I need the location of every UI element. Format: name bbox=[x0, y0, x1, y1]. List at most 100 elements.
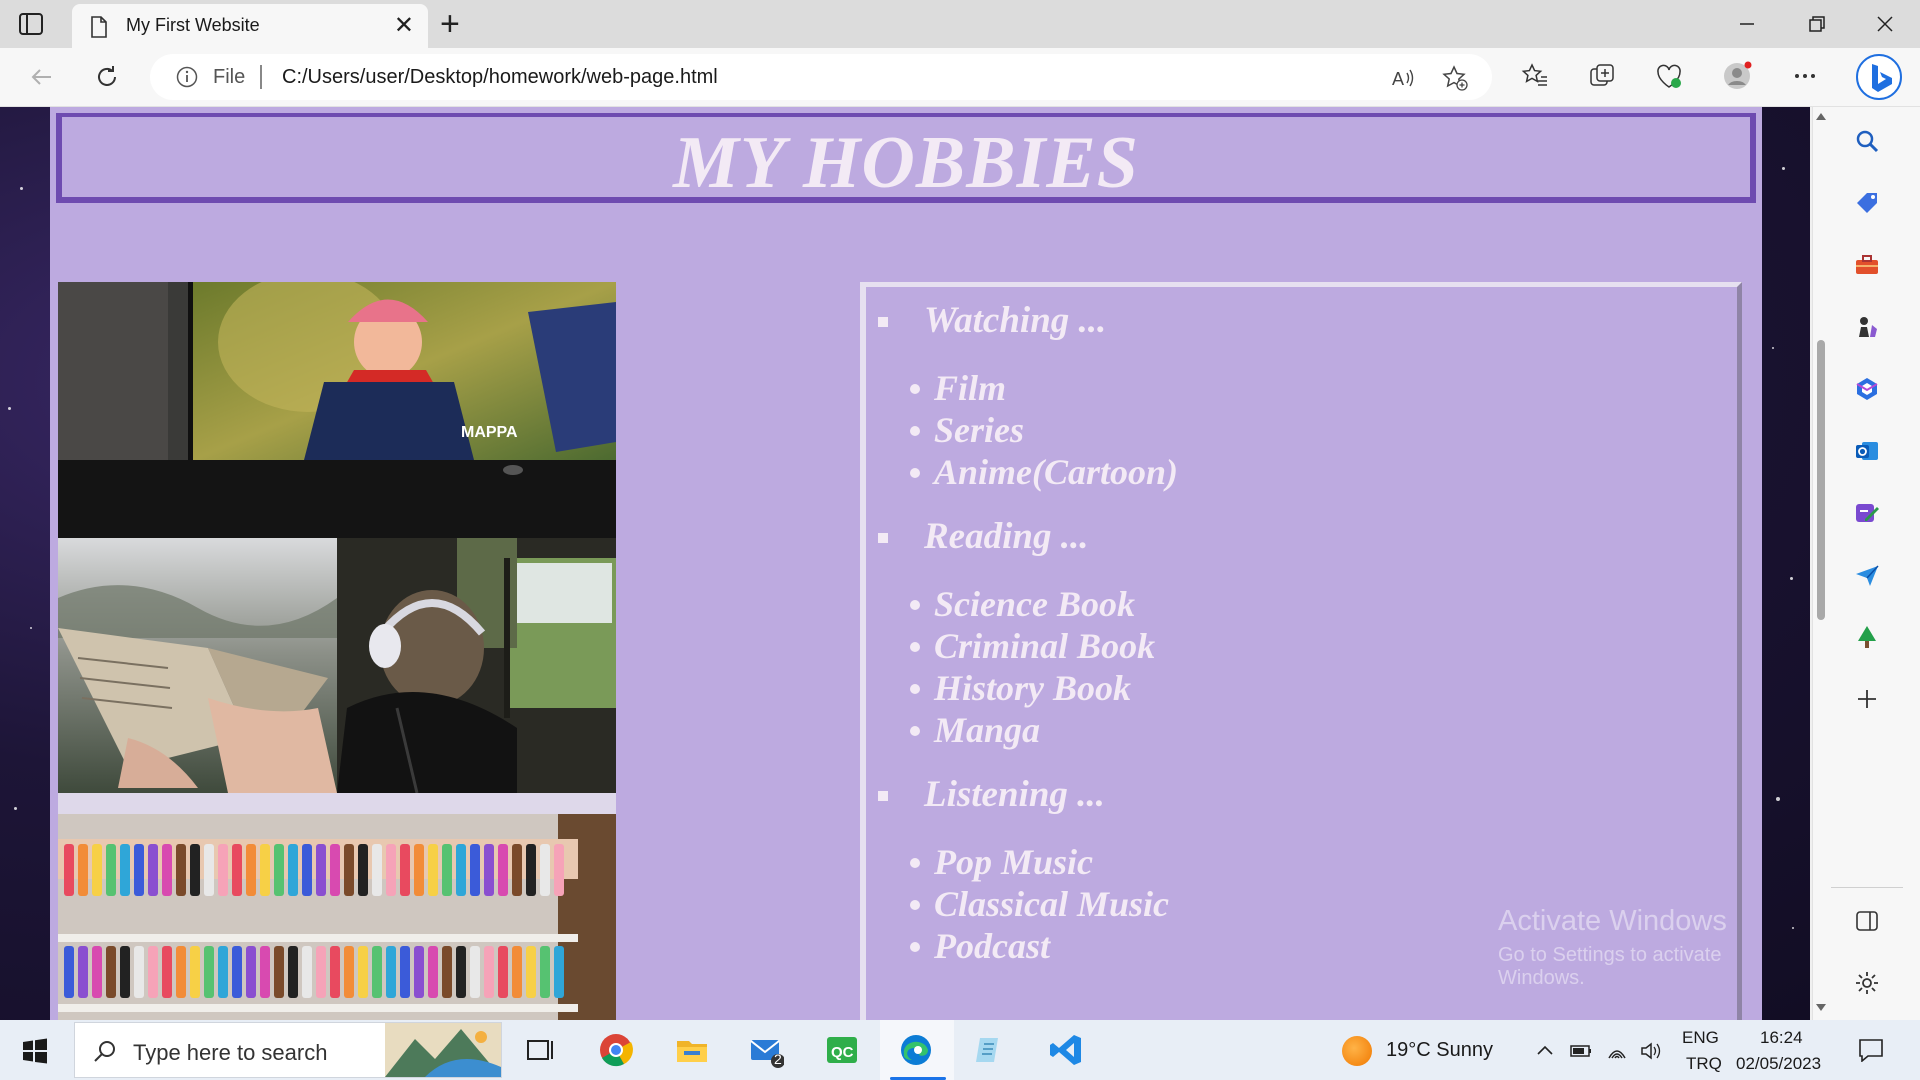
browser-tab-bar: My First Website ✕ + bbox=[0, 0, 1920, 48]
vscode-icon[interactable] bbox=[1048, 1032, 1084, 1068]
square-bullet-icon bbox=[878, 533, 888, 543]
language-top[interactable]: ENG bbox=[1682, 1028, 1719, 1048]
hobby-heading: Watching ... bbox=[866, 295, 1737, 349]
sub-item-label: History Book bbox=[934, 668, 1132, 708]
scheme-label: File bbox=[213, 66, 246, 88]
address-bar[interactable]: File C:/Users/user/Desktop/homework/web-… bbox=[150, 54, 1492, 100]
windows-start-icon[interactable] bbox=[22, 1038, 48, 1064]
designer-icon[interactable] bbox=[1853, 499, 1881, 527]
more-options-icon[interactable] bbox=[1790, 61, 1820, 91]
scroll-up-icon[interactable] bbox=[1814, 110, 1828, 122]
volume-icon[interactable] bbox=[1640, 1040, 1662, 1062]
network-icon[interactable] bbox=[1606, 1040, 1628, 1062]
notifications-icon[interactable] bbox=[1858, 1038, 1884, 1062]
sub-item-label: Criminal Book bbox=[934, 626, 1156, 666]
battery-icon[interactable] bbox=[1570, 1040, 1592, 1062]
favorites-icon[interactable] bbox=[1520, 61, 1550, 91]
hobby-heading: Listening ... bbox=[866, 769, 1737, 823]
square-bullet-icon bbox=[878, 317, 888, 327]
collections-icon[interactable] bbox=[1587, 61, 1617, 91]
notepad-icon[interactable] bbox=[972, 1032, 1008, 1068]
edge-browser-icon[interactable] bbox=[898, 1032, 934, 1068]
file-explorer-icon[interactable] bbox=[674, 1032, 710, 1068]
url-text[interactable]: C:/Users/user/Desktop/homework/web-page.… bbox=[282, 66, 718, 89]
minimize-icon[interactable] bbox=[1732, 10, 1762, 38]
sub-item-label: Series bbox=[934, 410, 1024, 450]
send-icon[interactable] bbox=[1853, 561, 1881, 589]
sub-list-item: Anime(Cartoon) bbox=[866, 451, 1737, 493]
page-icon bbox=[91, 16, 107, 38]
clock-date[interactable]: 02/05/2023 bbox=[1736, 1054, 1821, 1074]
tools-briefcase-icon[interactable] bbox=[1853, 251, 1881, 279]
split-screen-icon[interactable] bbox=[1853, 907, 1881, 935]
qc-app-icon[interactable]: QC bbox=[824, 1032, 860, 1068]
search-highlight-icon bbox=[385, 1023, 501, 1077]
svg-text:MAPPA: MAPPA bbox=[461, 424, 518, 441]
bullet-dot-icon bbox=[910, 600, 920, 610]
scroll-down-icon[interactable] bbox=[1814, 1002, 1828, 1014]
sub-item-label: Science Book bbox=[934, 584, 1135, 624]
activate-subtitle: Go to Settings to activate Windows. bbox=[1498, 944, 1722, 989]
edge-sidebar bbox=[1812, 107, 1920, 1020]
hobby-title: Watching ... bbox=[924, 300, 1107, 341]
show-hidden-icons-chevron-up-icon[interactable] bbox=[1534, 1040, 1556, 1062]
new-tab-button[interactable]: + bbox=[440, 6, 460, 42]
info-icon[interactable] bbox=[176, 66, 198, 88]
activate-title: Activate Windows bbox=[1498, 905, 1727, 937]
bullet-dot-icon bbox=[910, 468, 920, 478]
weather-text[interactable]: 19°C Sunny bbox=[1386, 1039, 1493, 1062]
clock-time[interactable]: 16:24 bbox=[1760, 1028, 1803, 1048]
svg-text:A: A bbox=[1392, 69, 1404, 89]
scrollbar[interactable] bbox=[1810, 107, 1812, 1020]
bing-copilot-button[interactable] bbox=[1856, 54, 1902, 100]
language-bottom[interactable]: TRQ bbox=[1686, 1054, 1722, 1074]
markers-collection-photo bbox=[58, 814, 616, 1020]
shopping-tag-icon[interactable] bbox=[1853, 189, 1881, 217]
add-favorite-icon[interactable] bbox=[1442, 65, 1468, 91]
browser-tab[interactable]: My First Website ✕ bbox=[72, 4, 428, 48]
bing-icon bbox=[1872, 64, 1892, 92]
task-view-icon[interactable] bbox=[522, 1032, 558, 1068]
back-icon[interactable] bbox=[27, 62, 57, 92]
listening-headphones-photo bbox=[337, 538, 616, 793]
bullet-dot-icon bbox=[910, 684, 920, 694]
hobby-title: Reading ... bbox=[924, 516, 1089, 557]
omnibox-separator bbox=[260, 65, 262, 89]
svg-text:QC: QC bbox=[831, 1044, 854, 1061]
outlook-icon[interactable] bbox=[1853, 437, 1881, 465]
sub-item-label: Anime(Cartoon) bbox=[934, 452, 1179, 492]
sub-item-label: Manga bbox=[934, 710, 1041, 750]
sub-list-item: Manga bbox=[866, 709, 1737, 751]
hobbies-list: Watching ... Film Series Anime(Cartoon) Read… bbox=[866, 295, 1737, 985]
settings-gear-icon[interactable] bbox=[1853, 969, 1881, 997]
restore-icon[interactable] bbox=[1802, 10, 1832, 38]
sub-list-item: Science Book bbox=[866, 583, 1737, 625]
tab-actions-icon[interactable] bbox=[18, 12, 44, 36]
hobby-sub-list: Film Series Anime(Cartoon) bbox=[866, 349, 1737, 511]
close-tab-icon[interactable]: ✕ bbox=[394, 14, 414, 38]
taskbar-search[interactable]: Type here to search bbox=[74, 1022, 502, 1078]
browser-essentials-icon[interactable] bbox=[1654, 61, 1684, 91]
chrome-icon[interactable] bbox=[598, 1032, 634, 1068]
weather-sunny-icon[interactable] bbox=[1342, 1036, 1372, 1066]
tab-title: My First Website bbox=[126, 15, 260, 35]
tree-icon[interactable] bbox=[1853, 623, 1881, 651]
sub-item-label: Film bbox=[934, 368, 1007, 408]
page-body: MY HOBBIES MAPPA Watching ... Film Serie… bbox=[50, 107, 1762, 1020]
close-window-icon[interactable] bbox=[1870, 10, 1900, 38]
games-chess-icon[interactable] bbox=[1853, 313, 1881, 341]
hobby-sub-list: Science Book Criminal Book History Book Man… bbox=[866, 565, 1737, 769]
page-viewport: MY HOBBIES MAPPA Watching ... Film Serie… bbox=[0, 107, 1812, 1020]
sub-list-item: History Book bbox=[866, 667, 1737, 709]
read-aloud-icon[interactable]: A bbox=[1390, 65, 1416, 91]
windows-taskbar: Type here to search 2 QC 19°C Sunny ENG … bbox=[0, 1020, 1920, 1080]
hobby-item: Watching ... Film Series Anime(Cartoon) bbox=[866, 295, 1737, 511]
add-icon[interactable] bbox=[1853, 685, 1881, 713]
refresh-icon[interactable] bbox=[92, 62, 122, 92]
search-icon[interactable] bbox=[1853, 127, 1881, 155]
sub-list-item: Criminal Book bbox=[866, 625, 1737, 667]
profile-avatar-icon[interactable] bbox=[1722, 61, 1752, 91]
microsoft-365-icon[interactable] bbox=[1853, 375, 1881, 403]
scroll-thumb[interactable] bbox=[1817, 340, 1825, 620]
browser-toolbar: File C:/Users/user/Desktop/homework/web-… bbox=[0, 48, 1920, 107]
